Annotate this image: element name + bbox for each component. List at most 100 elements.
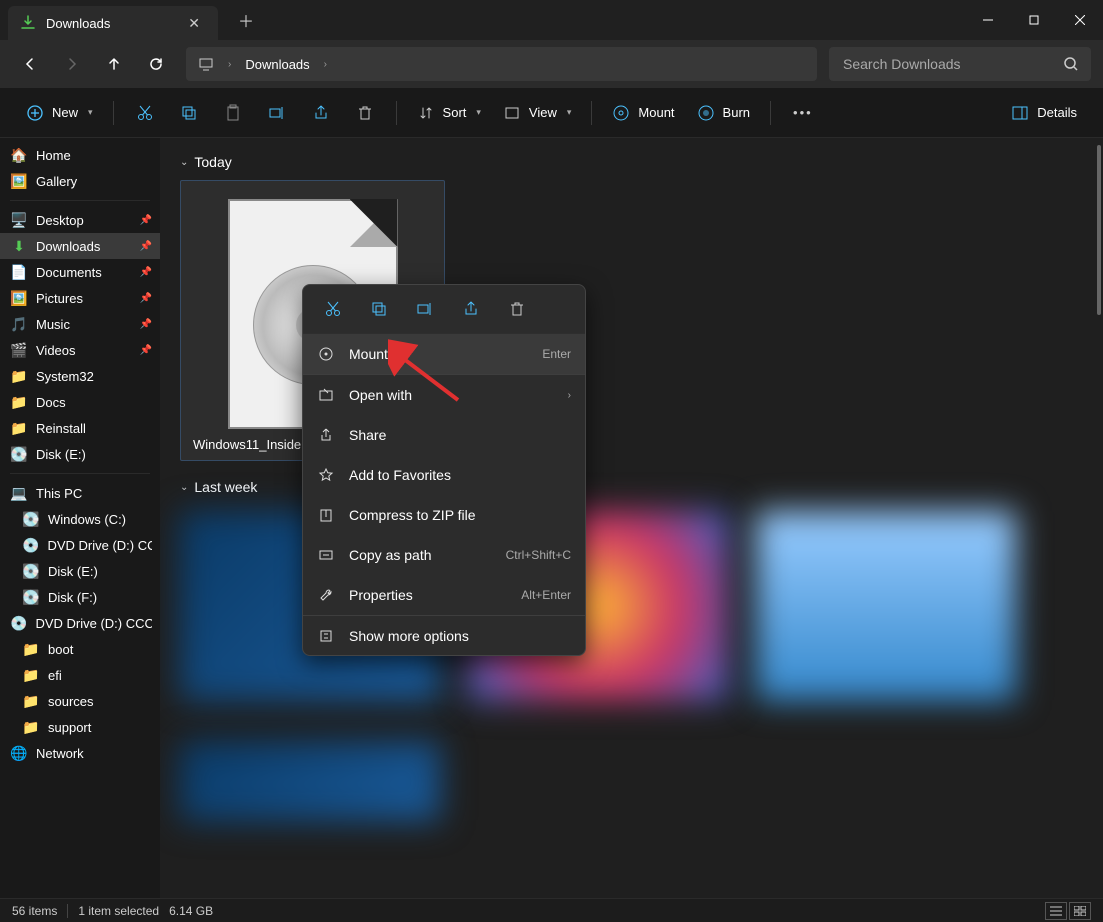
copy-button[interactable] [168, 98, 210, 128]
details-button[interactable]: Details [1001, 98, 1087, 128]
share-button[interactable] [300, 98, 342, 128]
burn-icon [697, 104, 715, 122]
sidebar-item-music[interactable]: 🎵Music📌 [0, 311, 160, 337]
context-icon-row [303, 285, 585, 334]
toolbar: New ▾ Sort ▾ View ▾ Mount Burn ••• Detai… [0, 88, 1103, 138]
ctx-properties[interactable]: Properties Alt+Enter [303, 575, 585, 615]
sidebar-item-dvdd[interactable]: 💿DVD Drive (D:) CCCOMA_X64FRE_EN-US_DV9 [0, 532, 160, 558]
sidebar-item-diske[interactable]: 💽Disk (E:) [0, 441, 160, 467]
ctx-mount-shortcut: Enter [542, 347, 571, 361]
new-button[interactable]: New ▾ [16, 98, 103, 128]
sidebar-item-network[interactable]: 🌐Network [0, 740, 160, 766]
ctx-compress[interactable]: Compress to ZIP file [303, 495, 585, 535]
section-today[interactable]: ⌄ Today [180, 154, 1083, 170]
new-tab-button[interactable]: ＋ [228, 2, 264, 38]
paste-button[interactable] [212, 98, 254, 128]
folder-icon: 📁 [22, 719, 40, 736]
ctx-showmore[interactable]: Show more options [303, 615, 585, 655]
ctx-openwith[interactable]: Open with › [303, 375, 585, 415]
sidebar-item-support[interactable]: 📁support [0, 714, 160, 740]
up-button[interactable] [96, 46, 132, 82]
refresh-button[interactable] [138, 46, 174, 82]
folder-icon: 📁 [22, 667, 40, 684]
sidebar-item-documents[interactable]: 📄Documents📌 [0, 259, 160, 285]
expand-icon [317, 628, 335, 644]
rename-icon [268, 104, 286, 122]
chevron-down-icon: ⌄ [180, 482, 188, 493]
details-icon [1011, 104, 1029, 122]
scrollbar[interactable] [1097, 145, 1101, 315]
ctx-share[interactable]: Share [303, 415, 585, 455]
delete-button[interactable] [344, 98, 386, 128]
network-icon: 🌐 [10, 745, 28, 762]
path-icon [317, 547, 335, 563]
sidebar-item-diskf[interactable]: 💽Disk (F:) [0, 584, 160, 610]
view-button[interactable]: View ▾ [493, 98, 581, 128]
ctx-copyaspath-label: Copy as path [349, 547, 432, 563]
tab-downloads[interactable]: Downloads ✕ [8, 6, 218, 40]
sidebar-item-pictures[interactable]: 🖼️Pictures📌 [0, 285, 160, 311]
breadcrumb-downloads[interactable]: Downloads [245, 57, 309, 72]
rename-button[interactable] [256, 98, 298, 128]
ctx-share-label: Share [349, 427, 386, 443]
drive-icon: 💽 [22, 511, 40, 528]
sidebar-item-diske2[interactable]: 💽Disk (E:) [0, 558, 160, 584]
burn-button[interactable]: Burn [687, 98, 760, 128]
minimize-button[interactable] [965, 0, 1011, 40]
ctx-mount-label: Mount [349, 346, 388, 362]
disc-icon [612, 104, 630, 122]
close-button[interactable] [1057, 0, 1103, 40]
details-label: Details [1037, 105, 1077, 120]
ctx-cut-button[interactable] [313, 293, 353, 325]
ctx-favorites[interactable]: Add to Favorites [303, 455, 585, 495]
ctx-copy-button[interactable] [359, 293, 399, 325]
more-button[interactable]: ••• [781, 99, 825, 126]
sort-button[interactable]: Sort ▾ [407, 98, 491, 128]
ctx-rename-button[interactable] [405, 293, 445, 325]
separator [10, 200, 150, 201]
ctx-copyaspath[interactable]: Copy as path Ctrl+Shift+C [303, 535, 585, 575]
paste-icon [224, 104, 242, 122]
view-grid-button[interactable] [1069, 902, 1091, 920]
sidebar-item-windowsc[interactable]: 💽Windows (C:) [0, 506, 160, 532]
chevron-down-icon: ▾ [88, 107, 93, 118]
forward-button[interactable] [54, 46, 90, 82]
tab-close-btn[interactable]: ✕ [182, 13, 206, 34]
pin-icon: 📌 [140, 319, 152, 330]
separator [591, 101, 592, 125]
sidebar-item-reinstall[interactable]: 📁Reinstall [0, 415, 160, 441]
search-input[interactable] [841, 55, 1057, 73]
sidebar-item-downloads[interactable]: ⬇Downloads📌 [0, 233, 160, 259]
pc-icon: 💻 [10, 485, 28, 502]
sidebar-item-desktop[interactable]: 🖥️Desktop📌 [0, 207, 160, 233]
sidebar-item-boot[interactable]: 📁boot [0, 636, 160, 662]
pictures-icon: 🖼️ [10, 290, 28, 307]
search-bar[interactable] [829, 47, 1091, 81]
window-controls [965, 0, 1103, 40]
maximize-button[interactable] [1011, 0, 1057, 40]
sidebar-item-system32[interactable]: 📁System32 [0, 363, 160, 389]
section-label: Today [194, 154, 231, 170]
sort-label: Sort [443, 105, 467, 120]
chevron-right-icon: › [568, 390, 571, 401]
address-bar[interactable]: › Downloads › [186, 47, 817, 81]
sidebar-item-thispc[interactable]: 💻This PC [0, 480, 160, 506]
status-bar: 56 items 1 item selected 6.14 GB [0, 898, 1103, 922]
ctx-mount[interactable]: Mount Enter [303, 334, 585, 374]
sidebar-item-gallery[interactable]: 🖼️Gallery [0, 168, 160, 194]
cut-button[interactable] [124, 98, 166, 128]
ctx-share-button[interactable] [451, 293, 491, 325]
mount-button[interactable]: Mount [602, 98, 684, 128]
back-button[interactable] [12, 46, 48, 82]
context-menu: Mount Enter Open with › Share Add to Fav… [302, 284, 586, 656]
sidebar-item-dvdd-root[interactable]: 💿DVD Drive (D:) CCCOMA_X64FRE_EN-US_DV9 [0, 610, 160, 636]
sidebar-item-home[interactable]: 🏠Home [0, 142, 160, 168]
dvd-icon: 💿 [22, 537, 39, 554]
view-list-button[interactable] [1045, 902, 1067, 920]
sidebar-item-videos[interactable]: 🎬Videos📌 [0, 337, 160, 363]
sidebar-item-efi[interactable]: 📁efi [0, 662, 160, 688]
dvd-icon: 💿 [10, 615, 27, 632]
sidebar-item-sources[interactable]: 📁sources [0, 688, 160, 714]
ctx-delete-button[interactable] [497, 293, 537, 325]
sidebar-item-docs[interactable]: 📁Docs [0, 389, 160, 415]
